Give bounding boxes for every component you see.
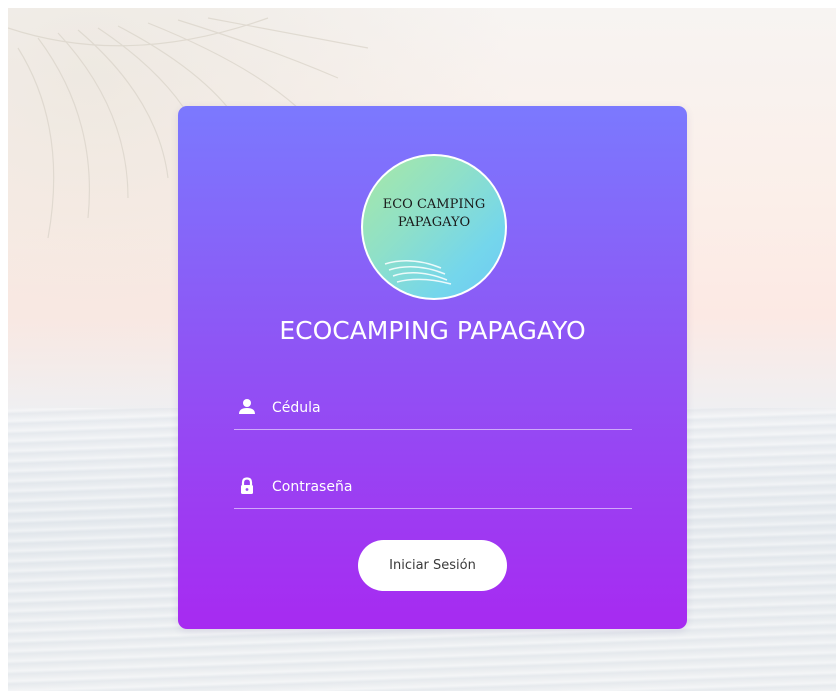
password-input[interactable] (272, 472, 628, 502)
cedula-input[interactable] (272, 393, 628, 423)
lock-icon (241, 477, 253, 494)
login-button[interactable]: Iniciar Sesión (358, 540, 507, 591)
logo-text: ECO CAMPING PAPAGAYO (361, 196, 507, 232)
logo-line-2: PAPAGAYO (397, 215, 471, 230)
page-title: ECOCAMPING PAPAGAYO (279, 316, 586, 345)
user-icon (239, 399, 255, 414)
brush-stroke-decoration (384, 260, 452, 285)
cedula-field (234, 393, 632, 430)
logo-line-1: ECO CAMPING (382, 197, 486, 212)
password-field (234, 472, 632, 509)
login-card: ECO CAMPING PAPAGAYO ECOCAMPING PAPAGAYO… (178, 106, 687, 629)
logo: ECO CAMPING PAPAGAYO (361, 154, 507, 300)
